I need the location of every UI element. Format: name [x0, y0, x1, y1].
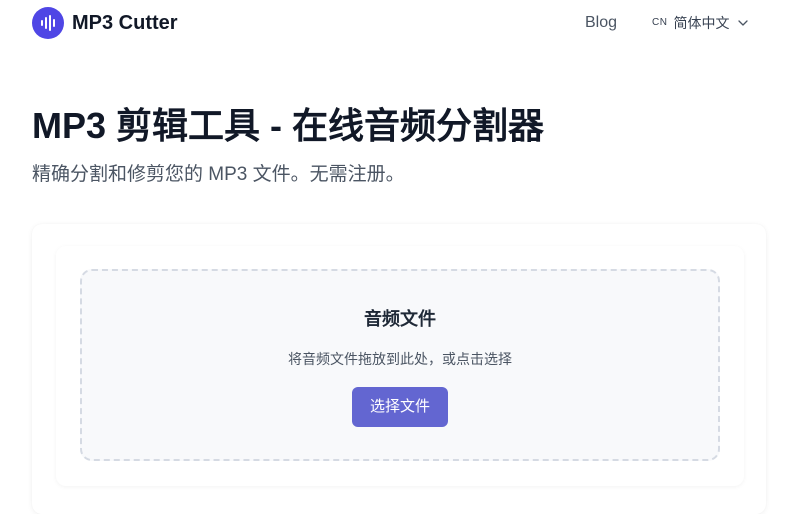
page-subtitle: 精确分割和修剪您的 MP3 文件。无需注册。 [32, 164, 405, 185]
language-code: CN [652, 17, 668, 28]
waveform-logo-icon[interactable] [32, 7, 64, 39]
select-file-button[interactable]: 选择文件 [352, 387, 448, 427]
language-selector[interactable]: CN 简体中文 [652, 13, 749, 33]
brand-name[interactable]: MP3 Cutter [72, 11, 178, 35]
top-header: MP3 Cutter Blog CN 简体中文 [0, 0, 792, 46]
file-dropzone[interactable]: 音频文件 将音频文件拖放到此处，或点击选择 选择文件 [80, 269, 720, 461]
page-title: MP3 剪辑工具 - 在线音频分割器 [32, 105, 545, 146]
dropzone-title: 音频文件 [364, 309, 436, 329]
upload-panel: 音频文件 将音频文件拖放到此处，或点击选择 选择文件 [56, 246, 744, 486]
upload-card: 音频文件 将音频文件拖放到此处，或点击选择 选择文件 [32, 224, 766, 514]
nav-link-blog[interactable]: Blog [585, 13, 617, 33]
language-name: 简体中文 [673, 15, 730, 31]
dropzone-hint: 将音频文件拖放到此处，或点击选择 [288, 351, 512, 367]
waveform-icon [41, 15, 55, 31]
chevron-down-icon [738, 20, 749, 26]
